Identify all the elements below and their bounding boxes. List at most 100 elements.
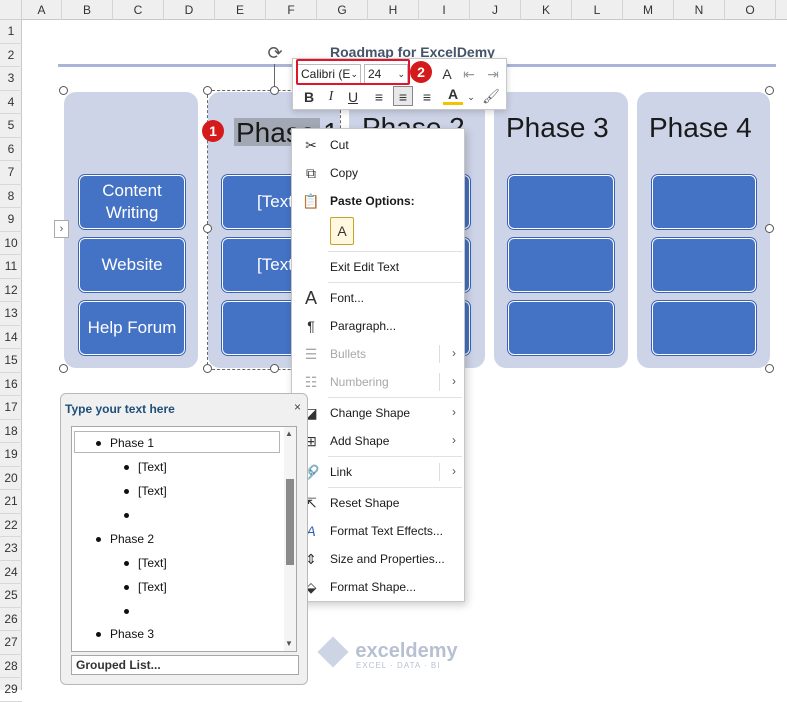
rotate-handle-icon[interactable]: ⟳ xyxy=(264,42,286,64)
row-header[interactable]: 15 xyxy=(0,349,22,373)
row-header[interactable]: 18 xyxy=(0,420,22,443)
row-header[interactable]: 2 xyxy=(0,44,22,67)
lane-5-box-3[interactable] xyxy=(652,301,756,355)
row-header[interactable]: 6 xyxy=(0,138,22,161)
lane-4-box-1[interactable] xyxy=(508,175,614,229)
resize-handle[interactable] xyxy=(59,86,68,95)
resize-handle[interactable] xyxy=(765,86,774,95)
increase-indent-icon[interactable]: ⇥ xyxy=(483,64,503,84)
select-all-corner[interactable] xyxy=(0,0,22,20)
column-header-l[interactable]: L xyxy=(572,0,623,20)
row-header[interactable]: 24 xyxy=(0,561,22,584)
row-header[interactable]: 14 xyxy=(0,326,22,349)
scroll-up-icon[interactable]: ▲ xyxy=(285,429,293,438)
scrollbar[interactable]: ▲ ▼ xyxy=(284,427,296,651)
font-color-button[interactable]: A xyxy=(443,85,463,105)
resize-handle[interactable] xyxy=(203,224,212,233)
lane-5-box-1[interactable] xyxy=(652,175,756,229)
menu-item-bullets[interactable]: ☰ Bullets › xyxy=(292,340,464,368)
row-header[interactable]: 4 xyxy=(0,91,22,114)
chevron-down-icon[interactable]: ⌄ xyxy=(461,87,481,107)
layout-name-link[interactable]: Grouped List... xyxy=(71,655,299,675)
align-center-icon[interactable]: ≡ xyxy=(393,86,413,106)
align-left-icon[interactable]: ≡ xyxy=(369,87,389,107)
column-header-g[interactable]: G xyxy=(317,0,368,20)
column-header-n[interactable]: N xyxy=(674,0,725,20)
scrollbar-thumb[interactable] xyxy=(286,479,294,565)
format-painter-icon[interactable]: 🖌 xyxy=(481,86,501,106)
bold-button[interactable]: B xyxy=(299,87,319,107)
row-header[interactable]: 25 xyxy=(0,584,22,608)
column-header-a[interactable]: A xyxy=(22,0,62,20)
menu-item-add-shape[interactable]: ⊞ Add Shape › xyxy=(292,427,464,455)
column-header-b[interactable]: B xyxy=(62,0,113,20)
row-header[interactable]: 27 xyxy=(0,631,22,655)
list-item[interactable]: [Text] xyxy=(124,580,167,594)
menu-item-font[interactable]: A Font... xyxy=(292,284,464,312)
column-header-d[interactable]: D xyxy=(164,0,215,20)
menu-item-reset-shape[interactable]: ⇱ Reset Shape xyxy=(292,489,464,517)
row-header[interactable]: 11 xyxy=(0,255,22,279)
column-header-h[interactable]: H xyxy=(368,0,419,20)
resize-handle[interactable] xyxy=(203,86,212,95)
expand-text-pane-icon[interactable]: › xyxy=(54,220,69,238)
row-header[interactable]: 23 xyxy=(0,537,22,561)
paste-keep-text-only-icon[interactable]: A xyxy=(330,217,354,245)
row-header[interactable]: 3 xyxy=(0,67,22,91)
menu-item-change-shape[interactable]: ◪ Change Shape › xyxy=(292,399,464,427)
menu-item-copy[interactable]: ⧉ Copy xyxy=(292,159,464,187)
grow-font-icon[interactable]: A xyxy=(437,64,457,84)
list-item[interactable]: [Text] xyxy=(124,484,167,498)
row-header[interactable]: 12 xyxy=(0,279,22,302)
menu-item-format-text-effects[interactable]: A Format Text Effects... xyxy=(292,517,464,545)
list-item[interactable]: Phase 1 xyxy=(96,436,154,450)
lane-4-box-3[interactable] xyxy=(508,301,614,355)
phase-4-heading[interactable]: Phase 4 xyxy=(649,112,752,144)
row-header[interactable]: 10 xyxy=(0,232,22,255)
lane-4-box-2[interactable] xyxy=(508,238,614,292)
list-item[interactable]: [Text] xyxy=(124,556,167,570)
column-header-f[interactable]: F xyxy=(266,0,317,20)
content-writing-box[interactable]: Content Writing xyxy=(79,175,185,229)
list-item[interactable] xyxy=(124,508,138,522)
resize-handle[interactable] xyxy=(765,364,774,373)
row-header[interactable]: 21 xyxy=(0,490,22,514)
column-header-c[interactable]: C xyxy=(113,0,164,20)
list-item[interactable] xyxy=(124,604,138,618)
column-header-j[interactable]: J xyxy=(470,0,521,20)
menu-item-numbering[interactable]: ☷ Numbering › xyxy=(292,368,464,396)
list-item[interactable]: Phase 3 xyxy=(96,627,154,641)
row-header[interactable]: 17 xyxy=(0,396,22,420)
row-header[interactable]: 19 xyxy=(0,443,22,467)
list-item[interactable]: Phase 2 xyxy=(96,532,154,546)
menu-item-format-shape[interactable]: ⬙ Format Shape... xyxy=(292,573,464,601)
resize-handle[interactable] xyxy=(270,364,279,373)
column-header-k[interactable]: K xyxy=(521,0,572,20)
text-pane-list[interactable]: Phase 1 [Text] [Text] Phase 2 [Text] [Te… xyxy=(71,426,297,652)
lane-5-box-2[interactable] xyxy=(652,238,756,292)
row-header[interactable]: 8 xyxy=(0,185,22,208)
resize-handle[interactable] xyxy=(765,224,774,233)
row-header[interactable]: 22 xyxy=(0,514,22,537)
menu-item-size-properties[interactable]: ⇕ Size and Properties... xyxy=(292,545,464,573)
scroll-down-icon[interactable]: ▼ xyxy=(285,639,293,648)
align-right-icon[interactable]: ≡ xyxy=(417,87,437,107)
menu-item-paragraph[interactable]: ¶ Paragraph... xyxy=(292,312,464,340)
help-forum-box[interactable]: Help Forum xyxy=(79,301,185,355)
website-box[interactable]: Website xyxy=(79,238,185,292)
menu-item-cut[interactable]: ✂ Cut xyxy=(292,131,464,159)
close-icon[interactable]: × xyxy=(294,400,301,414)
row-header[interactable]: 7 xyxy=(0,161,22,185)
resize-handle[interactable] xyxy=(203,364,212,373)
italic-button[interactable]: I xyxy=(321,87,341,107)
column-header-m[interactable]: M xyxy=(623,0,674,20)
underline-button[interactable]: U xyxy=(343,87,363,107)
row-header[interactable]: 9 xyxy=(0,208,22,232)
menu-item-exit-edit-text[interactable]: Exit Edit Text xyxy=(292,253,464,281)
row-header[interactable]: 28 xyxy=(0,655,22,678)
column-header-e[interactable]: E xyxy=(215,0,266,20)
row-header[interactable]: 13 xyxy=(0,302,22,326)
row-header[interactable]: 26 xyxy=(0,608,22,631)
list-item[interactable]: [Text] xyxy=(124,460,167,474)
row-header[interactable]: 20 xyxy=(0,467,22,490)
